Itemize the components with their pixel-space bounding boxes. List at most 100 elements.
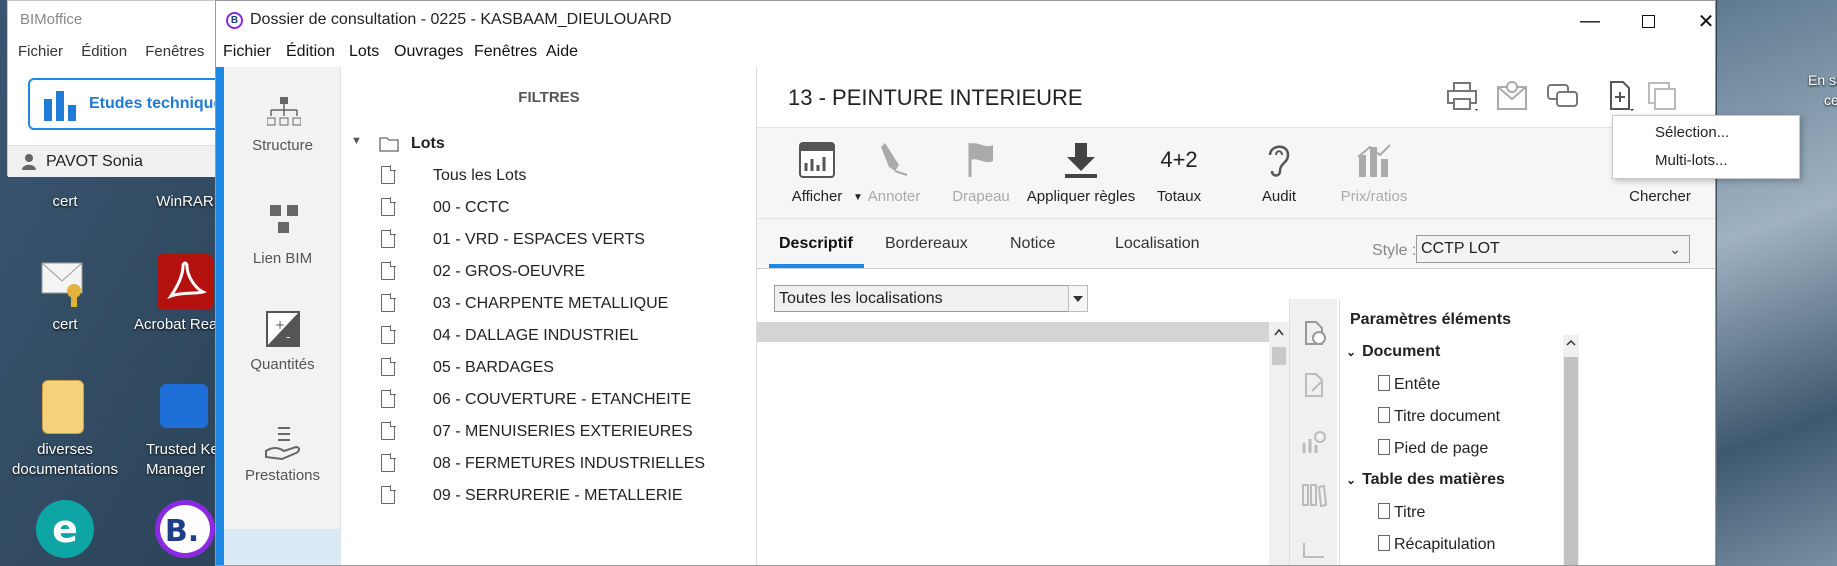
tree-root-lots[interactable]: ▼ Lots (341, 127, 757, 161)
params-panel: Paramètres éléments ⌄ Document Entête Tit… (1339, 299, 1579, 565)
document-icon (381, 485, 396, 504)
expand-arrow-icon[interactable]: ▼ (351, 135, 362, 147)
mail-icon[interactable] (1495, 79, 1529, 113)
prix-ratios-button[interactable]: Prix/ratios (1329, 132, 1419, 212)
params-item[interactable]: Entête (1378, 375, 1440, 394)
params-item[interactable]: Pied de page (1378, 439, 1488, 458)
scroll-up-icon[interactable] (1563, 335, 1579, 351)
style-select[interactable]: CCTP LOT ⌄ (1416, 235, 1690, 263)
maximize-icon[interactable] (1620, 5, 1676, 37)
comments-icon[interactable] (1545, 79, 1579, 113)
tab-bordereaux[interactable]: Bordereaux (885, 235, 968, 253)
tab-notice[interactable]: Notice (1010, 235, 1055, 253)
tree-root-label: Lots (411, 135, 445, 152)
tree-item[interactable]: 02 - GROS-OEUVRE (341, 255, 757, 289)
menu-edition[interactable]: Édition (286, 43, 335, 61)
params-item[interactable]: Récapitulation (1378, 535, 1495, 554)
tree-item[interactable]: 01 - VRD - ESPACES VERTS (341, 223, 757, 257)
afficher-icon (799, 142, 835, 178)
appliquer-regles-label: Appliquer règles (1026, 188, 1136, 205)
back-menu-fichier[interactable]: Fichier (18, 43, 63, 60)
audit-label: Audit (1261, 188, 1297, 205)
dropdown-item-selection[interactable]: Sélection... (1655, 124, 1729, 141)
nav-prestations[interactable]: Prestations (224, 415, 341, 525)
acrobat-icon[interactable] (157, 254, 213, 310)
folder-icon (379, 137, 399, 152)
localisation-select[interactable]: Toutes les localisations (774, 285, 1070, 312)
scroll-up-icon[interactable] (1269, 322, 1289, 342)
bottom-tool-icon[interactable] (1300, 533, 1328, 561)
document-icon (381, 421, 396, 440)
desktop-right-text-2: ce (1824, 92, 1837, 108)
params-item-label: Récapitulation (1394, 536, 1496, 553)
tree-item[interactable]: 09 - SERRURERIE - METALLERIE (341, 479, 757, 513)
annoter-button[interactable]: Annoter (863, 132, 925, 212)
tab-descriptif[interactable]: Descriptif (779, 235, 853, 253)
bimoffice-desktop-icon[interactable]: B. (155, 500, 215, 558)
afficher-button[interactable]: Afficher ▼ (785, 132, 863, 212)
menu-lots[interactable]: Lots (349, 43, 379, 61)
tree-item-label: 06 - COUVERTURE - ETANCHEITE (433, 391, 692, 408)
bimoffice-back-window[interactable]: BIMoffice Fichier Édition Fenêtres Etude… (7, 0, 258, 177)
params-scrollbar-thumb[interactable] (1564, 357, 1578, 565)
doc-history-icon[interactable] (1300, 319, 1328, 347)
tree-item[interactable]: 08 - FERMETURES INDUSTRIELLES (341, 447, 757, 481)
tree-item[interactable]: 03 - CHARPENTE METALLIQUE (341, 287, 757, 321)
style-label: Style : (1372, 242, 1417, 259)
content-scrollbar-thumb[interactable] (1272, 347, 1286, 365)
afficher-dropdown-icon[interactable]: ▼ (853, 192, 863, 203)
menu-aide[interactable]: Aide (546, 43, 578, 61)
minimize-icon[interactable]: — (1562, 5, 1618, 37)
eset-icon[interactable]: e (36, 500, 94, 558)
menu-fenetres[interactable]: Fenêtres (474, 43, 537, 61)
params-section-document[interactable]: ⌄ Document (1346, 343, 1440, 361)
tree-item[interactable]: 00 - CCTC (341, 191, 757, 225)
nav-lien-bim[interactable]: Lien BIM (224, 183, 341, 293)
document-icon (381, 261, 396, 280)
params-item[interactable]: Titre document (1378, 407, 1500, 426)
drapeau-button[interactable]: Drapeau (949, 132, 1013, 212)
menu-fichier[interactable]: Fichier (223, 43, 271, 61)
appliquer-regles-button[interactable]: Appliquer règles (1019, 132, 1143, 212)
menu-ouvrages[interactable]: Ouvrages (394, 43, 463, 61)
document-icon (381, 357, 396, 376)
tree-item[interactable]: 07 - MENUISERIES EXTERIEURES (341, 415, 757, 449)
copy-icon[interactable] (1645, 79, 1679, 113)
params-section-label: Table des matières (1362, 471, 1505, 488)
document-icon (381, 293, 396, 312)
new-document-icon[interactable] (1603, 79, 1637, 113)
back-menu-fenetres[interactable]: Fenêtres (145, 43, 204, 60)
totaux-button[interactable]: 4+2 Totaux (1149, 132, 1209, 212)
desktop-icon-diverses-label[interactable]: diverses documentations (5, 440, 125, 480)
cert-file-icon[interactable] (40, 255, 90, 307)
audit-button[interactable]: Audit (1249, 132, 1309, 212)
side-nav: Structure Lien BIM + - Quantités Prestati… (224, 67, 341, 565)
nav-selected-item[interactable] (224, 529, 341, 565)
params-section-table[interactable]: ⌄ Table des matières (1346, 471, 1505, 489)
pdf-folder-icon[interactable] (42, 380, 84, 434)
params-item[interactable]: Titre (1378, 503, 1425, 522)
nav-quantites[interactable]: + - Quantités (224, 299, 341, 409)
desktop-icon-cert-1-label[interactable]: cert (20, 192, 110, 212)
tree-item[interactable]: Tous les Lots (341, 159, 757, 193)
library-icon[interactable] (1300, 481, 1328, 509)
nav-structure[interactable]: Structure (224, 67, 341, 177)
trusted-key-icon[interactable] (160, 384, 208, 428)
edit-doc-icon[interactable] (1300, 371, 1328, 399)
document-icon (381, 389, 396, 408)
print-icon[interactable] (1445, 79, 1479, 113)
tab-localisation[interactable]: Localisation (1115, 235, 1200, 253)
pencil-icon (881, 143, 908, 176)
tree-item[interactable]: 05 - BARDAGES (341, 351, 757, 385)
desktop-icon-cert-2-label[interactable]: cert (20, 315, 110, 335)
active-tab-indicator (769, 264, 864, 268)
dropdown-item-multilots[interactable]: Multi-lots... (1655, 152, 1728, 169)
chart-tool-icon[interactable] (1300, 429, 1328, 457)
close-icon[interactable]: ✕ (1678, 5, 1715, 37)
tree-item[interactable]: 04 - DALLAGE INDUSTRIEL (341, 319, 757, 353)
params-section-label: Document (1362, 343, 1441, 360)
back-menu-edition[interactable]: Édition (81, 43, 127, 60)
desktop-icon-acrobat-label[interactable]: Acrobat Rea (128, 315, 228, 335)
tree-item[interactable]: 06 - COUVERTURE - ETANCHEITE (341, 383, 757, 417)
localisation-dropdown-arrow[interactable] (1068, 285, 1088, 312)
